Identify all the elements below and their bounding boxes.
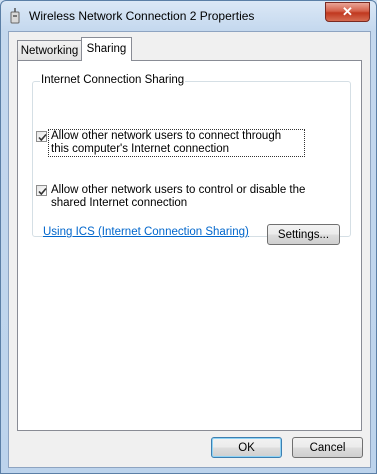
tab-sharing[interactable]: Sharing [81, 37, 132, 61]
cancel-button[interactable]: Cancel [292, 437, 363, 458]
settings-button[interactable]: Settings... [267, 224, 340, 245]
allow-connect-checkbox[interactable] [36, 131, 47, 142]
checkmark-icon [38, 133, 47, 142]
close-icon: ✕ [342, 4, 353, 19]
ok-button[interactable]: OK [211, 437, 282, 458]
ics-groupbox [32, 81, 351, 237]
tab-networking[interactable]: Networking [17, 40, 82, 60]
title-bar[interactable]: Wireless Network Connection 2 Properties… [1, 1, 376, 31]
sharing-tab-panel: Internet Connection Sharing Allow other … [17, 60, 362, 431]
allow-control-checkbox[interactable] [36, 185, 47, 196]
window-title: Wireless Network Connection 2 Properties [29, 9, 255, 23]
properties-dialog: Wireless Network Connection 2 Properties… [0, 0, 377, 474]
network-adapter-icon [10, 8, 20, 24]
dialog-client-area: Networking Sharing Internet Connection S… [8, 31, 371, 468]
ics-help-link[interactable]: Using ICS (Internet Connection Sharing) [43, 226, 249, 238]
checkmark-icon [38, 187, 47, 196]
ics-group-label: Internet Connection Sharing [40, 74, 186, 86]
allow-connect-label[interactable]: Allow other network users to connect thr… [48, 129, 305, 157]
close-button[interactable]: ✕ [325, 2, 370, 22]
allow-control-label[interactable]: Allow other network users to control or … [51, 184, 306, 210]
